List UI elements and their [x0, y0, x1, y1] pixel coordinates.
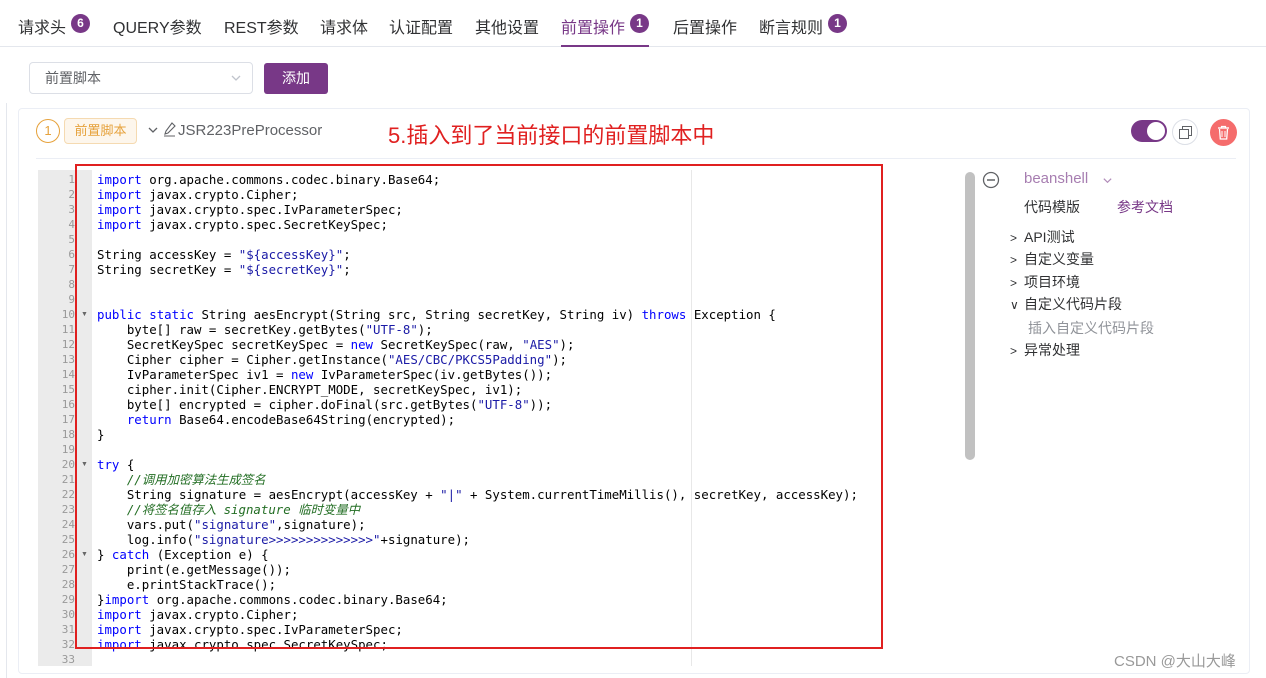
tab-label: 认证配置 [389, 20, 454, 37]
line-number: 9 [68, 293, 75, 306]
collapse-circle-icon[interactable] [982, 171, 1000, 189]
tab-body[interactable]: 请求体 [320, 14, 368, 47]
tree-item-custom-snippet[interactable]: ∨ 自定义代码片段 [1010, 294, 1122, 314]
step-name[interactable]: JSR223PreProcessor [178, 122, 322, 139]
line-number: 25 [61, 533, 75, 546]
tab-label: 后置操作 [673, 20, 738, 37]
tab-auth[interactable]: 认证配置 [389, 14, 453, 47]
chevron-right-icon: > [1010, 276, 1018, 290]
count-badge: 1 [828, 14, 848, 33]
tab-label: 前置操作 [561, 20, 626, 37]
reference-doc-link[interactable]: 参考文档 [1117, 197, 1173, 217]
line-number: 30 [61, 608, 75, 621]
line-number: 3 [68, 203, 75, 216]
tab-other-settings[interactable]: 其他设置 [475, 14, 539, 47]
chevron-right-icon: > [1010, 231, 1018, 245]
red-annotation-text: 5.插入到了当前接口的前置脚本中 [388, 123, 715, 148]
line-number: 32 [61, 638, 75, 651]
count-badge: 6 [71, 14, 91, 33]
tab-rest-params[interactable]: REST参数 [224, 14, 299, 47]
line-number: 14 [61, 368, 75, 381]
language-select[interactable]: beanshell [1024, 170, 1088, 187]
copy-button[interactable] [1172, 119, 1198, 145]
add-button[interactable]: 添加 [264, 63, 328, 94]
line-number: 31 [61, 623, 75, 636]
chevron-down-icon[interactable] [147, 124, 159, 136]
line-number: 5 [68, 233, 75, 246]
line-number: 2 [68, 188, 75, 201]
insert-custom-snippet-link[interactable]: 插入自定义代码片段 [1028, 318, 1154, 338]
highlight-box [75, 164, 883, 649]
line-number: 21 [61, 473, 75, 486]
scrollbar[interactable] [965, 172, 975, 460]
line-number: 24 [61, 518, 75, 531]
line-number: 22 [61, 488, 75, 501]
tab-label: 其他设置 [475, 20, 540, 37]
line-number: 4 [68, 218, 75, 231]
line-number: 19 [61, 443, 75, 456]
tab-label: REST参数 [224, 20, 299, 37]
chevron-down-icon: ∨ [1010, 298, 1019, 312]
tree-item-project-env[interactable]: > 项目环境 [1010, 272, 1080, 292]
chevron-right-icon: > [1010, 344, 1018, 358]
divider [6, 103, 7, 678]
line-number: 20 [61, 458, 75, 471]
line-number: 7 [68, 263, 75, 276]
chevron-down-icon [231, 75, 241, 81]
line-number: 23 [61, 503, 75, 516]
edit-icon[interactable] [163, 122, 176, 137]
step-index: 1 [36, 119, 60, 143]
tree-label: 自定义变量 [1024, 251, 1094, 267]
tree-item-custom-variable[interactable]: > 自定义变量 [1010, 249, 1094, 269]
code-line[interactable]: ​ [97, 652, 858, 666]
line-number: 18 [61, 428, 75, 441]
line-number: 16 [61, 398, 75, 411]
tab-label: 请求头 [18, 20, 67, 37]
tab-label: 断言规则 [759, 20, 824, 37]
tab-label: QUERY参数 [113, 20, 202, 37]
line-number: 15 [61, 383, 75, 396]
line-number: 29 [61, 593, 75, 606]
tree-item-api-test[interactable]: > API测试 [1010, 227, 1075, 247]
divider [36, 158, 1236, 159]
tab-bar: 请求头 6 QUERY参数 REST参数 请求体 认证配置 其他设置 前置操作 1 … [0, 0, 1266, 47]
line-number: 13 [61, 353, 75, 366]
line-number: 27 [61, 563, 75, 576]
line-number: 26 [61, 548, 75, 561]
tree-label: API测试 [1024, 229, 1075, 245]
tab-label: 请求体 [320, 20, 369, 37]
code-template-label: 代码模版 [1024, 199, 1080, 215]
tab-query-params[interactable]: QUERY参数 [113, 14, 202, 47]
chevron-down-icon[interactable] [1102, 175, 1113, 186]
line-number: 1 [68, 173, 75, 186]
enable-toggle[interactable] [1131, 120, 1167, 142]
processor-type-select[interactable]: 前置脚本 [29, 62, 253, 94]
tree-label: 自定义代码片段 [1024, 296, 1122, 312]
count-badge: 1 [630, 14, 650, 33]
line-number: 10 [61, 308, 75, 321]
tab-assertions[interactable]: 断言规则 1 [759, 14, 848, 47]
line-number: 11 [61, 323, 75, 336]
tab-post-processors[interactable]: 后置操作 [673, 14, 737, 47]
copy-icon [1179, 126, 1192, 139]
line-number: 8 [68, 278, 75, 291]
chevron-right-icon: > [1010, 253, 1018, 267]
select-value: 前置脚本 [45, 70, 101, 86]
tab-headers[interactable]: 请求头 6 [18, 14, 91, 47]
toggle-knob [1147, 122, 1165, 140]
line-number: 33 [61, 653, 75, 666]
line-number: 6 [68, 248, 75, 261]
watermark: CSDN @大山大峰 [1114, 653, 1236, 670]
tree-label: 项目环境 [1024, 274, 1080, 290]
line-number: 12 [61, 338, 75, 351]
tab-pre-processors[interactable]: 前置操作 1 [561, 14, 650, 47]
line-number: 28 [61, 578, 75, 591]
line-number: 17 [61, 413, 75, 426]
tree-label: 异常处理 [1024, 342, 1080, 358]
delete-button[interactable] [1210, 119, 1237, 146]
step-type-tag: 前置脚本 [64, 118, 137, 144]
trash-icon [1218, 125, 1229, 140]
tree-item-exception-handling[interactable]: > 异常处理 [1010, 340, 1080, 360]
